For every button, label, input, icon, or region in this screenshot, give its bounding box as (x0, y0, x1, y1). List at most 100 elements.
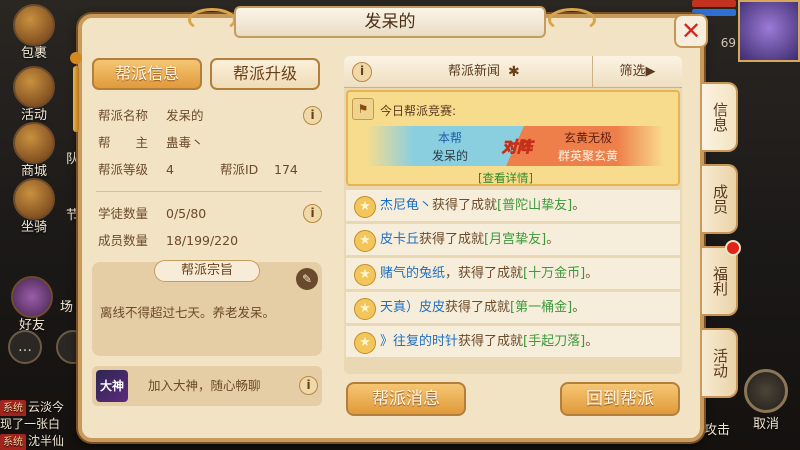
news-middle: 获得了成就 (419, 232, 485, 247)
news-middle: ，获得了成就 (445, 266, 524, 281)
panel-title: 发呆的 (234, 6, 546, 38)
news-title: 帮派新闻 (448, 64, 501, 79)
shop-label: 商城 (20, 164, 47, 179)
close-button[interactable]: ✕ (674, 14, 708, 48)
guild-level-value: 4 (166, 162, 174, 177)
guild-name-row: 帮派名称 发呆的 i (92, 102, 326, 129)
news-end: 。 (585, 334, 599, 349)
versus-bar: 本帮 发呆的 对阵 玄黄无极 群英聚玄黄 (366, 126, 664, 166)
side-tab-members[interactable]: 成员 (702, 164, 738, 234)
guild-master-row: 帮 主 蛊毒丶 (92, 129, 326, 156)
home-guild-label: 本帮 (438, 131, 463, 145)
mount-button[interactable]: 坐骑 (6, 178, 62, 236)
player-name[interactable]: 》往复的时针 (380, 334, 458, 349)
tab-guild-info[interactable]: 帮派信息 (92, 58, 202, 90)
player-name[interactable]: 杰尼龟丶 (380, 198, 432, 213)
hp-bar (692, 0, 736, 7)
guild-id-key: 帮派ID (220, 162, 259, 177)
tenet-text: 离线不得超过七天。养老发呆。 (100, 305, 276, 320)
news-middle: 获得了成就 (445, 300, 511, 315)
news-item: ★ 》往复的时针获得了成就[手起刀落]。 (346, 326, 680, 360)
mount-label: 坐骑 (20, 220, 47, 235)
return-to-guild-button[interactable]: 回到帮派 (560, 382, 680, 416)
member-row: 成员数量 18/199/220 (92, 227, 326, 254)
news-info-icon[interactable]: i (352, 62, 372, 82)
system-tag: 系统 (0, 400, 26, 416)
news-middle: 获得了成就 (458, 334, 524, 349)
rival-guild-name: 群英聚玄黄 (558, 149, 619, 163)
arena-label-partial[interactable]: 场 (60, 296, 73, 315)
apprentice-info-icon[interactable]: i (303, 204, 322, 223)
shop-icon (13, 122, 55, 164)
chat-text: 沈半仙 (28, 434, 65, 448)
guild-info-icon[interactable]: i (303, 106, 322, 125)
tab-guild-upgrade[interactable]: 帮派升级 (210, 58, 320, 90)
player-name[interactable]: 皮卡丘 (380, 232, 419, 247)
chat-text: 现了一张白 (0, 417, 61, 431)
title-ornament-right (548, 8, 596, 32)
divider (96, 191, 322, 192)
achievement-name: [月宫挚友] (484, 232, 547, 247)
guild-level-key: 帮派等级 (98, 162, 149, 177)
news-text: 》往复的时针获得了成就[手起刀落]。 (380, 326, 598, 358)
tassel-ornament (70, 52, 82, 136)
news-item: ★ 天真）皮皮获得了成就[第一桶金]。 (346, 292, 680, 326)
star-icon: ★ (354, 332, 376, 354)
side-tab-info[interactable]: 信息 (702, 82, 738, 152)
member-value: 18/199/220 (166, 233, 239, 248)
side-tab-activity[interactable]: 活动 (702, 328, 738, 398)
player-name[interactable]: 天真）皮皮 (380, 300, 445, 315)
dashen-banner[interactable]: 大神 加入大神，随心畅聊 i (92, 366, 322, 406)
friends-icon (11, 276, 53, 318)
news-end: 。 (585, 266, 599, 281)
title-ornament-left (188, 8, 236, 32)
news-text: 皮卡丘获得了成就[月宫挚友]。 (380, 224, 559, 256)
chat-icon[interactable]: … (8, 330, 42, 364)
star-icon: ★ (354, 196, 376, 218)
friends-button[interactable]: 好友 (4, 276, 60, 334)
attack-label[interactable]: 攻击 (704, 419, 730, 438)
news-header: i 帮派新闻 ✱ 筛选▶ (344, 56, 682, 88)
filter-button[interactable]: 筛选▶ (592, 56, 682, 88)
shop-button[interactable]: 商城 (6, 122, 62, 180)
bag-button[interactable]: 包裹 (6, 4, 62, 62)
guild-name-key: 帮派名称 (98, 108, 149, 123)
horn-icon (13, 66, 55, 108)
guild-contest-card: ⚑ 今日帮派竞赛: 本帮 发呆的 对阵 玄黄无极 群英聚玄黄 [查看详情] (346, 90, 680, 186)
achievement-name: [第一桶金] (510, 300, 573, 315)
dashen-info-icon[interactable]: i (299, 376, 318, 395)
apprentice-key: 学徒数量 (98, 206, 149, 221)
cancel-button[interactable]: 取消 (738, 369, 794, 432)
dashen-text: 加入大神，随心畅聊 (148, 378, 261, 393)
news-item: ★ 赌气的兔纸，获得了成就[十万金币]。 (346, 258, 680, 292)
mount-icon (13, 178, 55, 220)
contest-details-link[interactable]: [查看详情] (478, 170, 533, 186)
notification-dot (725, 240, 741, 256)
player-portrait[interactable] (738, 0, 800, 62)
achievement-name: [十万金币] (523, 266, 586, 281)
rival-guild-label: 玄黄无极 (564, 131, 613, 145)
activity-label: 活动 (20, 108, 47, 123)
news-item: ★ 皮卡丘获得了成就[月宫挚友]。 (346, 224, 680, 258)
guild-master-key: 帮 主 (98, 135, 149, 150)
news-text: 天真）皮皮获得了成就[第一桶金]。 (380, 292, 585, 324)
news-item: ★ 杰尼龟丶获得了成就[普陀山挚友]。 (346, 190, 680, 224)
gear-icon[interactable]: ✱ (508, 56, 520, 88)
close-icon: ✕ (680, 17, 702, 45)
news-list: ★ 杰尼龟丶获得了成就[普陀山挚友]。 ★ 皮卡丘获得了成就[月宫挚友]。 ★ … (346, 190, 680, 360)
contest-flag-icon: ⚑ (352, 98, 374, 120)
activity-button[interactable]: 活动 (6, 66, 62, 124)
player-name[interactable]: 赌气的兔纸 (380, 266, 445, 281)
apprentice-value: 0/5/80 (166, 206, 207, 221)
member-key: 成员数量 (98, 233, 149, 248)
side-tab-welfare[interactable]: 福利 (702, 246, 738, 316)
apprentice-row: 学徒数量 0/5/80 i (92, 200, 326, 227)
star-icon: ★ (354, 230, 376, 252)
bag-label: 包裹 (20, 46, 47, 61)
edit-pencil-icon[interactable]: ✎ (296, 268, 318, 290)
contest-heading: 今日帮派竞赛: (380, 104, 457, 118)
news-end: 。 (572, 198, 586, 213)
guild-message-button[interactable]: 帮派消息 (346, 382, 466, 416)
chat-text: 云淡今 (28, 400, 65, 414)
tab-row: 帮派信息 帮派升级 (92, 58, 326, 90)
